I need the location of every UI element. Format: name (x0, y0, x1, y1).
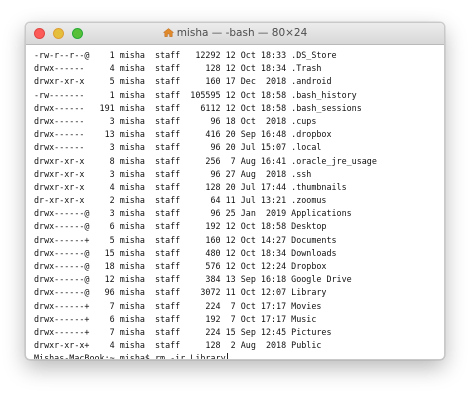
listing-row: drwx------+ 7 misha staff 224 7 Oct 17:1… (34, 300, 322, 311)
listing-row: dr-xr-xr-x 2 misha staff 64 11 Jul 13:21… (34, 195, 327, 206)
terminal-output[interactable]: -rw-r--r--@ 1 misha staff 12292 12 Oct 1… (26, 45, 444, 360)
listing-row: drwx------+ 6 misha staff 192 7 Oct 17:1… (34, 313, 317, 324)
home-folder-icon (162, 28, 174, 37)
listing-row: drwx------ 3 misha staff 96 20 Jul 15:07… (34, 142, 322, 153)
listing-row: drwxr-xr-x 5 misha staff 160 17 Dec 2018… (34, 76, 332, 87)
listing-row: drwxr-xr-x 8 misha staff 256 7 Aug 16:41… (34, 155, 377, 166)
terminal-window: misha — -bash — 80×24 -rw-r--r--@ 1 mish… (25, 22, 445, 360)
prompt-text: Mishas-MacBook:~ misha$ (34, 353, 156, 360)
listing-row: -rw------- 1 misha staff 105595 12 Oct 1… (34, 89, 357, 100)
listing-row: drwx------@ 15 misha staff 480 12 Oct 18… (34, 247, 337, 258)
listing-row: drwx------ 4 misha staff 128 12 Oct 18:3… (34, 63, 322, 74)
listing-row: drwx------@ 6 misha staff 192 12 Oct 18:… (34, 221, 327, 232)
listing-row: drwx------ 3 misha staff 96 18 Oct 2018 … (34, 115, 317, 126)
text-cursor (226, 353, 228, 359)
listing-row: -rw-r--r--@ 1 misha staff 12292 12 Oct 1… (34, 50, 337, 60)
listing-row: drwx------ 191 misha staff 6112 12 Oct 1… (34, 102, 362, 113)
listing-row: drwx------ 13 misha staff 416 20 Sep 16:… (34, 129, 332, 140)
listing-row: drwxr-xr-x 4 misha staff 128 20 Jul 17:4… (34, 181, 347, 192)
listing-row: drwx------+ 5 misha staff 160 12 Oct 14:… (34, 234, 337, 245)
listing-row: drwx------@ 12 misha staff 384 13 Sep 16… (34, 274, 352, 285)
listing-row: drwx------+ 7 misha staff 224 15 Sep 12:… (34, 326, 332, 337)
listing-row: drwx------@ 96 misha staff 3072 11 Oct 1… (34, 287, 327, 298)
window-title: misha — -bash — 80×24 (26, 23, 444, 44)
listing-row: drwxr-xr-x 3 misha staff 96 27 Aug 2018 … (34, 168, 312, 179)
command-prompt-line[interactable]: Mishas-MacBook:~ misha$ rm -ir Library (34, 352, 444, 360)
listing-row: drwxr-xr-x+ 4 misha staff 128 2 Aug 2018… (34, 340, 322, 351)
listing-row: drwx------@ 18 misha staff 576 12 Oct 12… (34, 261, 327, 271)
title-bar[interactable]: misha — -bash — 80×24 (26, 23, 444, 45)
listing-row: drwx------@ 3 misha staff 96 25 Jan 2019… (34, 208, 352, 219)
window-title-text: misha — -bash — 80×24 (176, 27, 308, 39)
command-input[interactable]: rm -ir Library (155, 353, 226, 359)
